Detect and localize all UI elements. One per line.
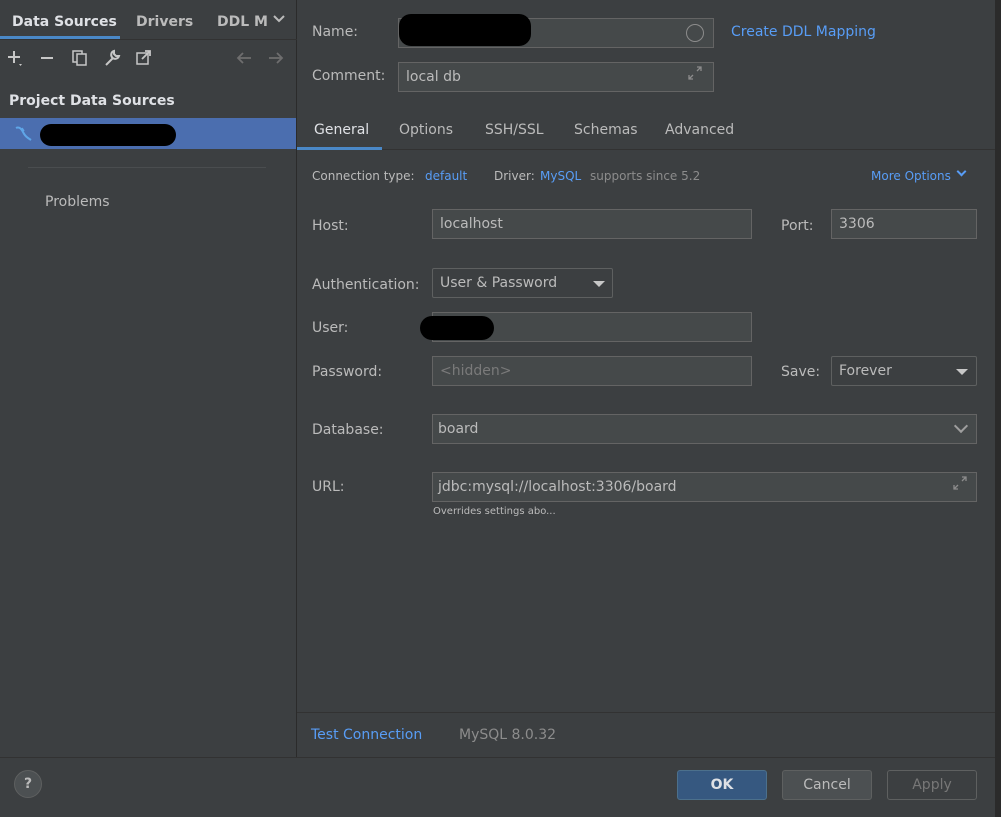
password-placeholder: <hidden>: [440, 363, 512, 379]
redacted-user: [420, 316, 494, 340]
tab-options[interactable]: Options: [399, 122, 453, 138]
active-subtab-indicator: [297, 147, 382, 150]
port-label: Port:: [781, 218, 814, 234]
back-arrow-icon[interactable]: [234, 48, 254, 68]
comment-value: local db: [406, 69, 461, 85]
redacted-name-value: [399, 14, 531, 46]
authentication-value: User & Password: [440, 275, 558, 291]
authentication-select[interactable]: User & Password: [432, 268, 613, 298]
apply-button[interactable]: Apply: [887, 770, 977, 800]
connection-type-label: Connection type:: [312, 169, 415, 183]
connection-type-link[interactable]: default: [425, 169, 467, 183]
bottom-bar: Test Connection MySQL 8.0.32: [297, 712, 1001, 757]
authentication-label: Authentication:: [312, 277, 420, 293]
chevron-down-icon[interactable]: [953, 418, 969, 434]
user-label: User:: [312, 320, 349, 336]
mysql-version: MySQL 8.0.32: [459, 727, 557, 743]
add-icon[interactable]: [6, 48, 26, 68]
tab-ssh-ssl[interactable]: SSH/SSL: [485, 122, 544, 138]
url-value: jdbc:mysql://localhost:3306/board: [438, 479, 677, 495]
data-source-item[interactable]: [0, 118, 296, 149]
problems-item[interactable]: Problems: [45, 194, 110, 210]
left-tabs: Data Sources Drivers DDL M: [0, 0, 297, 40]
database-label: Database:: [312, 422, 384, 438]
more-options-link[interactable]: More Options: [871, 169, 951, 183]
left-toolbar: [0, 48, 297, 70]
save-value: Forever: [839, 363, 892, 379]
database-combobox[interactable]: board: [432, 414, 977, 444]
user-field[interactable]: [420, 312, 752, 342]
port-value: 3306: [839, 216, 875, 232]
dropdown-arrow-icon: [956, 369, 968, 375]
comment-field[interactable]: local db: [398, 62, 714, 92]
tabs-overflow-icon[interactable]: [272, 12, 286, 28]
port-field[interactable]: 3306: [831, 209, 977, 239]
driver-link[interactable]: MySQL: [540, 169, 581, 183]
background-window-strip: [995, 0, 1001, 817]
driver-label: Driver:: [494, 169, 535, 183]
driver-support-text: supports since 5.2: [590, 169, 701, 183]
save-label: Save:: [781, 364, 821, 380]
dialog-footer: OK Cancel Apply: [0, 757, 1001, 817]
name-field[interactable]: [398, 14, 714, 48]
color-circle-icon[interactable]: [686, 24, 704, 42]
wrench-icon[interactable]: [102, 48, 122, 68]
password-field[interactable]: <hidden>: [432, 356, 752, 386]
expand-icon[interactable]: [952, 473, 968, 501]
tab-general[interactable]: General: [314, 122, 369, 138]
password-label: Password:: [312, 364, 383, 380]
save-select[interactable]: Forever: [831, 356, 977, 386]
cancel-button[interactable]: Cancel: [782, 770, 872, 800]
divider: [28, 167, 266, 168]
settings-tabs: General Options SSH/SSL Schemas Advanced: [297, 112, 1001, 150]
host-field[interactable]: localhost: [432, 209, 752, 239]
jump-icon[interactable]: [134, 48, 154, 68]
test-connection-link[interactable]: Test Connection: [311, 727, 422, 743]
ok-button[interactable]: OK: [677, 770, 767, 800]
mysql-icon: [14, 124, 36, 146]
name-label: Name:: [312, 24, 359, 40]
url-hint: Overrides settings abo...: [433, 506, 556, 517]
url-label: URL:: [312, 479, 345, 495]
tab-advanced[interactable]: Advanced: [665, 122, 734, 138]
expand-icon[interactable]: [687, 63, 703, 91]
host-value: localhost: [440, 216, 503, 232]
forward-arrow-icon[interactable]: [266, 48, 286, 68]
create-ddl-mapping-link[interactable]: Create DDL Mapping: [731, 24, 876, 40]
tab-schemas[interactable]: Schemas: [574, 122, 638, 138]
active-tab-indicator: [0, 36, 120, 39]
remove-icon[interactable]: [37, 48, 57, 68]
tab-ddl-mappings[interactable]: DDL M: [217, 14, 268, 30]
right-panel: Name: Create DDL Mapping Comment: local …: [297, 0, 1001, 757]
tab-data-sources[interactable]: Data Sources: [12, 14, 117, 30]
redacted-name: [40, 124, 176, 146]
left-panel: Data Sources Drivers DDL M Project Data …: [0, 0, 297, 757]
comment-label: Comment:: [312, 68, 386, 84]
tab-drivers[interactable]: Drivers: [136, 14, 193, 30]
copy-icon[interactable]: [70, 48, 90, 68]
database-value: board: [438, 421, 479, 437]
host-label: Host:: [312, 218, 349, 234]
dropdown-arrow-icon: [593, 281, 605, 287]
more-options-chevron-icon: [956, 166, 967, 177]
project-data-sources-header: Project Data Sources: [9, 93, 175, 109]
help-icon[interactable]: ?: [14, 770, 42, 798]
url-field[interactable]: jdbc:mysql://localhost:3306/board: [432, 472, 977, 502]
